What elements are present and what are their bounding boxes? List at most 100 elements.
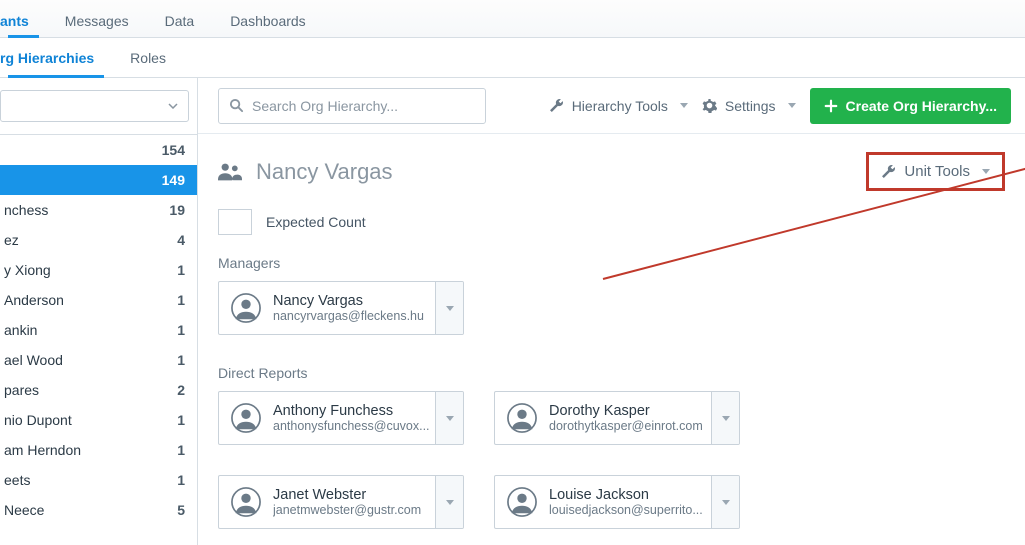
- tab-participants[interactable]: ants: [0, 0, 47, 37]
- sidebar-item[interactable]: nchess 19: [0, 195, 197, 225]
- sidebar-item[interactable]: ez 4: [0, 225, 197, 255]
- search-placeholder: Search Org Hierarchy...: [252, 98, 398, 114]
- expected-count-label: Expected Count: [266, 214, 366, 230]
- sidebar-item[interactable]: Anderson 1: [0, 285, 197, 315]
- main-content: Search Org Hierarchy... Hierarchy Tools …: [198, 78, 1025, 545]
- people-icon: [218, 162, 242, 182]
- person-name: Nancy Vargas: [273, 293, 431, 309]
- tab-messages[interactable]: Messages: [47, 0, 147, 37]
- card-menu-toggle[interactable]: [435, 282, 463, 334]
- sidebar-item-count: 1: [177, 472, 185, 488]
- sidebar-item-label: nchess: [4, 202, 48, 218]
- main-nav: ants Messages Data Dashboards: [0, 0, 1025, 38]
- sidebar-item-label: nio Dupont: [4, 412, 72, 428]
- person-card[interactable]: Nancy Vargas nancyrvargas@fleckens.hu: [218, 281, 464, 335]
- avatar: [219, 392, 273, 444]
- person-email: anthonysfunchess@cuvox...: [273, 419, 431, 433]
- toolbar: Search Org Hierarchy... Hierarchy Tools …: [198, 78, 1025, 134]
- direct-reports-label: Direct Reports: [218, 365, 1005, 381]
- sidebar-item[interactable]: ankin 1: [0, 315, 197, 345]
- card-menu-toggle[interactable]: [435, 476, 463, 528]
- create-org-hierarchy-button[interactable]: Create Org Hierarchy...: [810, 88, 1011, 124]
- sidebar-item-label: y Xiong: [4, 262, 51, 278]
- person-card[interactable]: Janet Webster janetmwebster@gustr.com: [218, 475, 464, 529]
- sidebar-item-label: pares: [4, 382, 39, 398]
- sidebar-item-label: ankin: [4, 322, 37, 338]
- hierarchy-tools-dropdown[interactable]: Hierarchy Tools: [549, 98, 688, 114]
- sidebar-item-count: 5: [177, 502, 185, 518]
- expected-count-row: Expected Count: [218, 209, 1005, 235]
- hierarchy-select[interactable]: [0, 90, 189, 122]
- avatar: [495, 476, 549, 528]
- sub-nav: rg Hierarchies Roles: [0, 38, 1025, 78]
- card-menu-toggle[interactable]: [711, 392, 739, 444]
- sidebar-item-label: Neece: [4, 502, 44, 518]
- gear-icon: [702, 98, 717, 113]
- sidebar-item-count: 2: [177, 382, 185, 398]
- sidebar-item-count: 1: [177, 292, 185, 308]
- person-email: louisedjackson@superrito...: [549, 503, 707, 517]
- settings-dropdown[interactable]: Settings: [702, 98, 796, 114]
- avatar: [219, 282, 273, 334]
- wrench-icon: [881, 164, 896, 179]
- person-card[interactable]: Dorothy Kasper dorothytkasper@einrot.com: [494, 391, 740, 445]
- sidebar-item-label: am Herndon: [4, 442, 81, 458]
- person-name: Anthony Funchess: [273, 403, 431, 419]
- expected-count-input[interactable]: [218, 209, 252, 235]
- detail-panel: Nancy Vargas Unit Tools Expected Count M…: [198, 134, 1025, 545]
- sidebar-item-selected[interactable]: 149: [0, 165, 197, 195]
- sidebar-item-label: ez: [4, 232, 19, 248]
- tab-label: ants: [0, 13, 29, 29]
- button-label: Create Org Hierarchy...: [846, 98, 997, 114]
- wrench-icon: [549, 98, 564, 113]
- sidebar-item-count: 4: [177, 232, 185, 248]
- sidebar-item[interactable]: eets 1: [0, 465, 197, 495]
- tab-dashboards[interactable]: Dashboards: [212, 0, 324, 37]
- sidebar-total-row[interactable]: 154: [0, 135, 197, 165]
- tab-label: Dashboards: [230, 13, 306, 29]
- detail-header: Nancy Vargas Unit Tools: [218, 152, 1005, 191]
- avatar: [495, 392, 549, 444]
- managers-list: Nancy Vargas nancyrvargas@fleckens.hu: [218, 281, 1005, 335]
- button-label: Hierarchy Tools: [572, 98, 668, 114]
- sidebar-item[interactable]: Neece 5: [0, 495, 197, 525]
- sidebar-item-count: 1: [177, 442, 185, 458]
- person-card[interactable]: Anthony Funchess anthonysfunchess@cuvox.…: [218, 391, 464, 445]
- sidebar-item-label: Anderson: [4, 292, 64, 308]
- sidebar-item-count: 1: [177, 412, 185, 428]
- direct-reports-list: Anthony Funchess anthonysfunchess@cuvox.…: [218, 391, 1005, 545]
- chevron-down-icon: [168, 103, 178, 109]
- sidebar-item-count: 1: [177, 352, 185, 368]
- sidebar-item[interactable]: pares 2: [0, 375, 197, 405]
- sidebar-item-count: 149: [162, 172, 185, 188]
- tab-data[interactable]: Data: [147, 0, 213, 37]
- sidebar-item[interactable]: am Herndon 1: [0, 435, 197, 465]
- search-input[interactable]: Search Org Hierarchy...: [218, 88, 486, 124]
- sidebar-item[interactable]: nio Dupont 1: [0, 405, 197, 435]
- plus-icon: [824, 99, 838, 113]
- sidebar: 154 149 nchess 19 ez 4 y Xiong 1 Anderso…: [0, 78, 198, 545]
- person-name: Dorothy Kasper: [549, 403, 707, 419]
- sidebar-item[interactable]: y Xiong 1: [0, 255, 197, 285]
- sidebar-item-count: 1: [177, 262, 185, 278]
- search-icon: [229, 98, 244, 113]
- tab-label: Messages: [65, 13, 129, 29]
- sidebar-item[interactable]: ael Wood 1: [0, 345, 197, 375]
- person-email: nancyrvargas@fleckens.hu: [273, 309, 431, 323]
- avatar: [219, 476, 273, 528]
- card-menu-toggle[interactable]: [435, 392, 463, 444]
- unit-name: Nancy Vargas: [256, 159, 393, 185]
- sidebar-list: 154 149 nchess 19 ez 4 y Xiong 1 Anderso…: [0, 134, 197, 545]
- managers-label: Managers: [218, 255, 1005, 271]
- tab-org-hierarchies[interactable]: rg Hierarchies: [0, 38, 112, 77]
- person-name: Louise Jackson: [549, 487, 707, 503]
- person-email: janetmwebster@gustr.com: [273, 503, 431, 517]
- unit-tools-dropdown[interactable]: Unit Tools: [866, 152, 1005, 191]
- person-name: Janet Webster: [273, 487, 431, 503]
- card-menu-toggle[interactable]: [711, 476, 739, 528]
- sidebar-item-label: ael Wood: [4, 352, 63, 368]
- tab-label: rg Hierarchies: [0, 50, 94, 66]
- person-card[interactable]: Louise Jackson louisedjackson@superrito.…: [494, 475, 740, 529]
- sidebar-item-count: 19: [169, 202, 185, 218]
- tab-roles[interactable]: Roles: [112, 38, 184, 77]
